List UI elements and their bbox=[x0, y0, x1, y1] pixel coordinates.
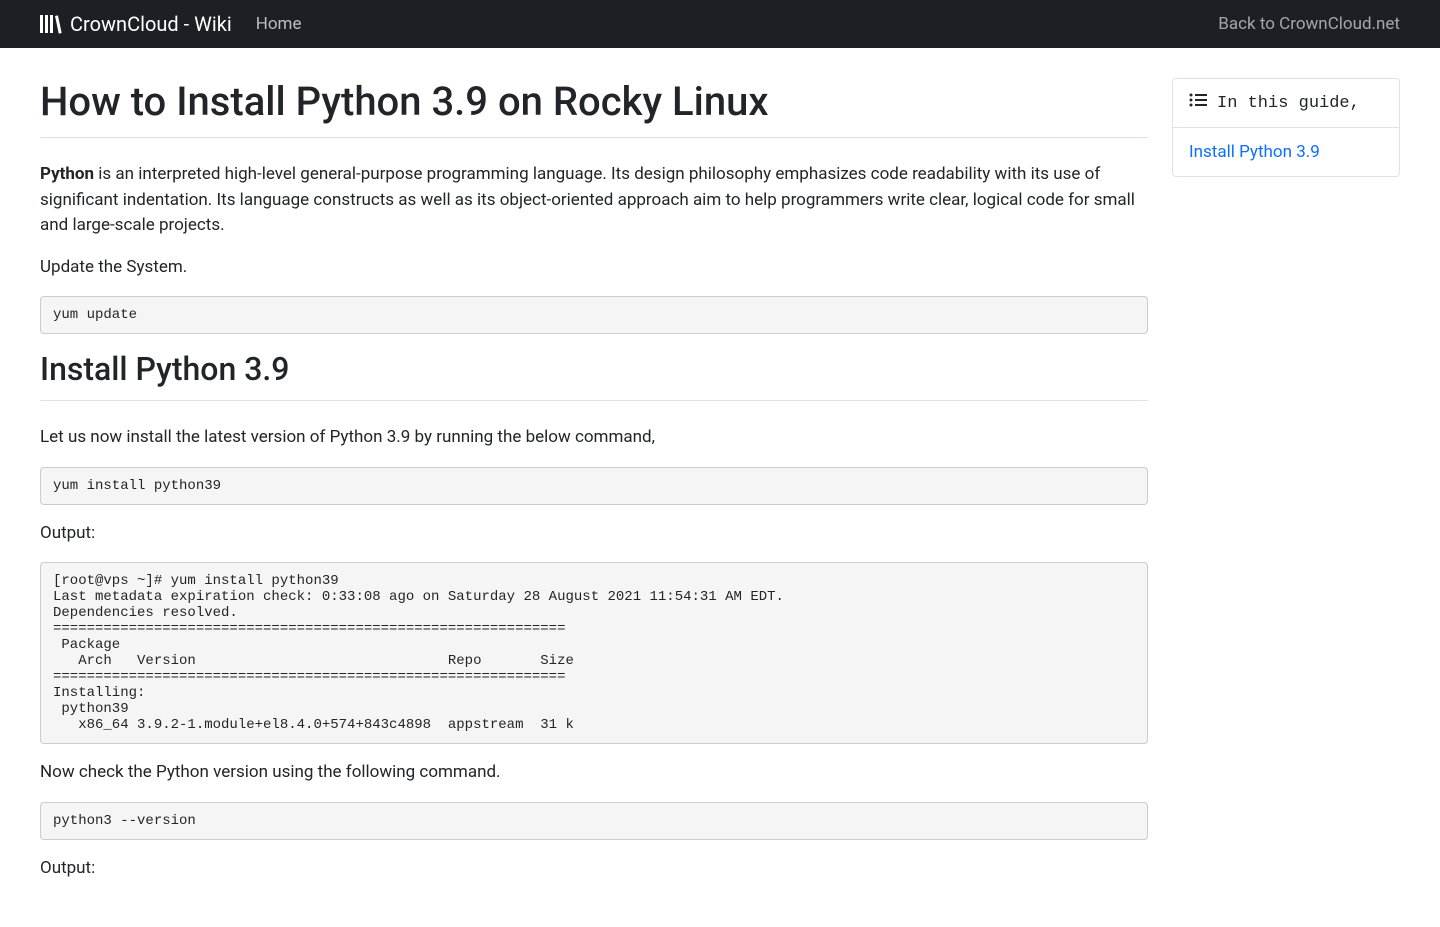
install-text: Let us now install the latest version of… bbox=[40, 425, 1148, 451]
navbar-left: CrownCloud - Wiki Home bbox=[40, 12, 301, 36]
output2-label: Output: bbox=[40, 856, 1148, 882]
update-text: Update the System. bbox=[40, 255, 1148, 281]
code-block-install: yum install python39 bbox=[40, 467, 1148, 505]
nav-back[interactable]: Back to CrownCloud.net bbox=[1218, 14, 1400, 34]
books-icon bbox=[40, 14, 62, 34]
code-block-update: yum update bbox=[40, 296, 1148, 334]
intro-rest: is an interpreted high-level general-pur… bbox=[40, 164, 1135, 235]
toc-body: Install Python 3.9 bbox=[1173, 128, 1399, 176]
list-icon bbox=[1189, 93, 1207, 113]
toc-card: In this guide, Install Python 3.9 bbox=[1172, 78, 1400, 177]
toc-title: In this guide, bbox=[1217, 94, 1360, 113]
section-install-heading: Install Python 3.9 bbox=[40, 350, 1148, 388]
sidebar: In this guide, Install Python 3.9 bbox=[1172, 78, 1400, 897]
code-block-version: python3 --version bbox=[40, 802, 1148, 840]
brand-link[interactable]: CrownCloud - Wiki bbox=[40, 12, 232, 36]
code-block-output1: [root@vps ~]# yum install python39 Last … bbox=[40, 562, 1148, 744]
main-content: How to Install Python 3.9 on Rocky Linux… bbox=[40, 78, 1148, 897]
container: How to Install Python 3.9 on Rocky Linux… bbox=[0, 48, 1440, 927]
toc-header: In this guide, bbox=[1173, 79, 1399, 128]
intro-paragraph: Python is an interpreted high-level gene… bbox=[40, 162, 1148, 239]
install-rule bbox=[40, 400, 1148, 401]
navbar: CrownCloud - Wiki Home Back to CrownClou… bbox=[0, 0, 1440, 48]
brand-text: CrownCloud - Wiki bbox=[70, 12, 232, 36]
toc-link-install[interactable]: Install Python 3.9 bbox=[1189, 142, 1320, 162]
nav-home[interactable]: Home bbox=[256, 14, 302, 34]
check-text: Now check the Python version using the f… bbox=[40, 760, 1148, 786]
output1-label: Output: bbox=[40, 521, 1148, 547]
intro-bold: Python bbox=[40, 164, 94, 184]
page-title: How to Install Python 3.9 on Rocky Linux bbox=[40, 78, 1148, 125]
title-rule bbox=[40, 137, 1148, 138]
